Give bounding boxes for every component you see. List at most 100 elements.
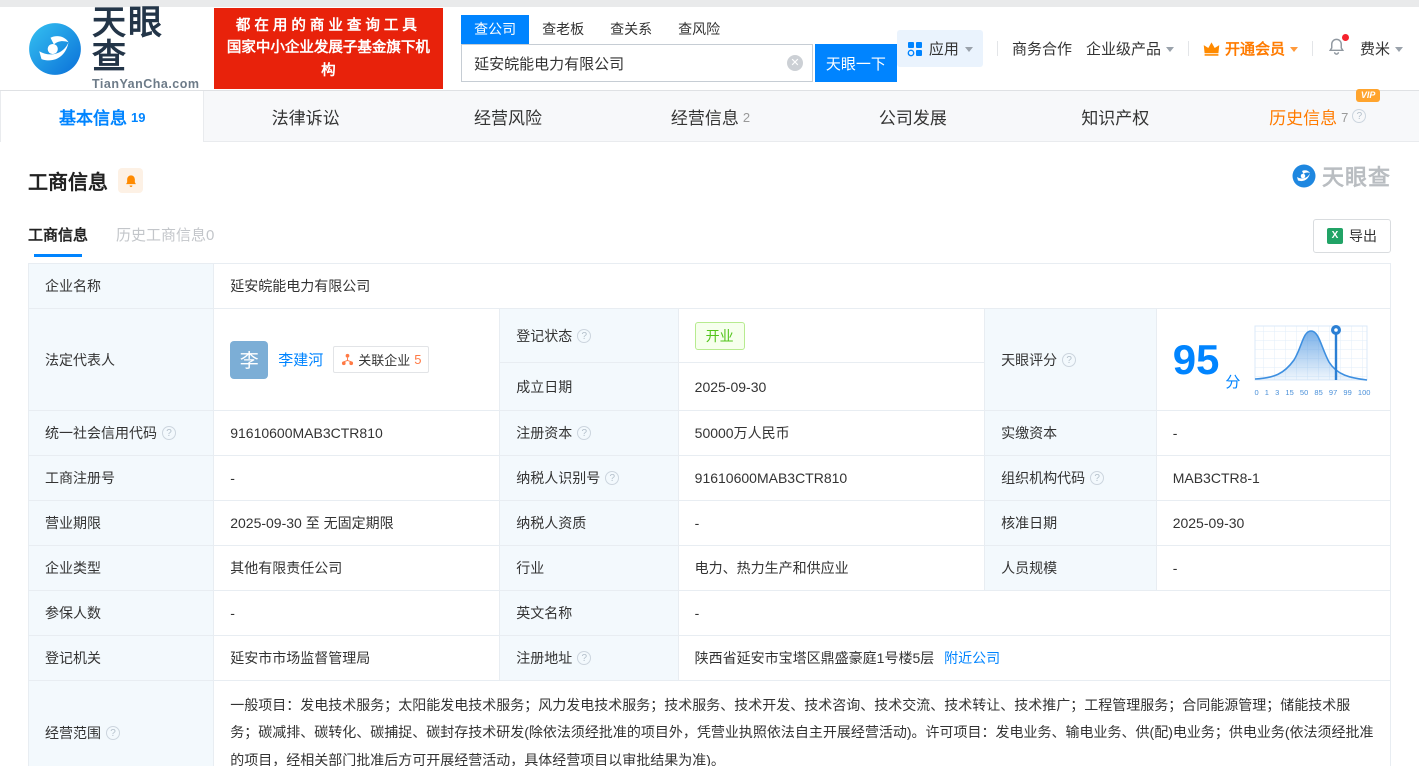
search-block: 查公司 查老板 查关系 查风险 ✕ 天眼一下 bbox=[461, 15, 897, 82]
watermark-logo: 天眼查 bbox=[1292, 160, 1391, 192]
vip-badge: VIP bbox=[1355, 88, 1381, 102]
org-code-value: MAB3CTR8-1 bbox=[1155, 455, 1392, 501]
reg-status-label: 登记状态? bbox=[499, 307, 679, 364]
establish-date-value: 2025-09-30 bbox=[677, 362, 986, 411]
taxpayer-quality-value: - bbox=[677, 500, 986, 546]
english-name-label: 英文名称 bbox=[499, 590, 679, 636]
tab-company-development[interactable]: 公司发展 bbox=[812, 91, 1014, 141]
subtab-business-info[interactable]: 工商信息 bbox=[28, 224, 88, 257]
bell-icon bbox=[125, 174, 136, 187]
avatar[interactable]: 李 bbox=[230, 340, 269, 379]
company-type-label: 企业类型 bbox=[27, 545, 215, 591]
user-menu[interactable]: 费米 bbox=[1360, 38, 1403, 59]
legal-rep-link[interactable]: 李建河 bbox=[278, 349, 323, 370]
nav-enterprise-products[interactable]: 企业级产品 bbox=[1086, 38, 1174, 59]
related-companies-button[interactable]: 关联企业 5 bbox=[333, 346, 430, 373]
help-icon[interactable]: ? bbox=[106, 725, 120, 740]
insured-value: - bbox=[213, 590, 501, 636]
taxpayer-id-label: 纳税人识别号? bbox=[499, 455, 679, 501]
company-name-value: 延安皖能电力有限公司 bbox=[213, 263, 1391, 309]
taxpayer-id-value: 91610600MAB3CTR810 bbox=[677, 455, 986, 501]
header: 天眼查 TianYanCha.com 都在用的商业查询工具 国家中小企业发展子基… bbox=[0, 6, 1419, 91]
clear-icon[interactable]: ✕ bbox=[786, 55, 803, 71]
monitor-bell-button[interactable] bbox=[118, 168, 143, 193]
business-scope-label: 经营范围? bbox=[27, 680, 215, 766]
tab-legal[interactable]: 法律诉讼 bbox=[204, 91, 406, 141]
status-badge: 开业 bbox=[694, 321, 745, 350]
table-row: 登记机关 延安市市场监督管理局 注册地址? 陕西省延安市宝塔区鼎盛豪庭1号楼5层… bbox=[27, 635, 1392, 681]
company-tabbar: 基本信息 19 法律诉讼 经营风险 经营信息 2 公司发展 知识产权 历史信息 7 … bbox=[0, 88, 1419, 142]
search-tab-risk[interactable]: 查风险 bbox=[665, 15, 733, 44]
brand-slogan: 都在用的商业查询工具 国家中小企业发展子基金旗下机构 bbox=[213, 7, 444, 90]
logo-swirl-icon bbox=[1292, 164, 1316, 188]
chart-x-axis: 01 3 15 50 85 97 99 100 bbox=[1254, 388, 1371, 397]
org-network-icon bbox=[342, 353, 354, 366]
establish-date-label: 成立日期 bbox=[499, 362, 679, 411]
business-info-table: 企业名称 延安皖能电力有限公司 法定代表人 李 李建河 关联企业 5 登记状态? bbox=[27, 263, 1392, 766]
search-button[interactable]: 天眼一下 bbox=[814, 44, 897, 82]
search-tab-company[interactable]: 查公司 bbox=[461, 15, 530, 44]
business-term-value: 2025-09-30 至 无固定期限 bbox=[213, 500, 501, 546]
taxpayer-quality-label: 纳税人资质 bbox=[499, 500, 679, 546]
nav-cooperation[interactable]: 商务合作 bbox=[1012, 38, 1072, 59]
excel-icon: X bbox=[1327, 228, 1343, 244]
search-input[interactable] bbox=[461, 44, 813, 82]
help-icon[interactable]: ? bbox=[1090, 471, 1105, 485]
score-label: 天眼评分? bbox=[984, 308, 1157, 411]
table-row: 工商注册号 - 纳税人识别号? 91610600MAB3CTR810 组织机构代… bbox=[27, 455, 1392, 501]
help-icon[interactable]: ? bbox=[577, 328, 592, 343]
paid-capital-label: 实缴资本 bbox=[984, 410, 1157, 456]
table-row: 参保人数 - 英文名称 - bbox=[27, 590, 1392, 636]
insured-label: 参保人数 bbox=[27, 590, 215, 636]
staff-size-label: 人员规模 bbox=[984, 545, 1157, 591]
industry-value: 电力、热力生产和供应业 bbox=[677, 545, 986, 591]
search-tab-relation[interactable]: 查关系 bbox=[597, 15, 665, 44]
nearby-companies-link[interactable]: 附近公司 bbox=[944, 650, 1000, 666]
tab-intellectual-property[interactable]: 知识产权 bbox=[1014, 91, 1216, 141]
credit-code-value: 91610600MAB3CTR810 bbox=[213, 410, 501, 456]
crown-icon bbox=[1203, 42, 1220, 56]
chevron-down-icon bbox=[1165, 47, 1174, 52]
credit-code-label: 统一社会信用代码? bbox=[27, 410, 215, 456]
help-icon[interactable]: ? bbox=[577, 651, 592, 665]
help-icon[interactable]: ? bbox=[577, 426, 592, 440]
notifications-bell[interactable] bbox=[1327, 34, 1349, 60]
search-tab-boss[interactable]: 查老板 bbox=[529, 15, 597, 44]
brand-domain: TianYanCha.com bbox=[92, 77, 200, 92]
help-icon[interactable]: ? bbox=[605, 471, 620, 485]
score-value: 95 bbox=[1172, 335, 1220, 383]
help-icon[interactable]: ? bbox=[1352, 109, 1367, 123]
reg-authority-label: 登记机关 bbox=[27, 635, 215, 681]
tianyancha-logo[interactable]: 天眼查 TianYanCha.com bbox=[28, 6, 200, 91]
tab-history-info[interactable]: 历史信息 7 ? VIP bbox=[1217, 88, 1419, 141]
subtab-history-business-info[interactable]: 历史工商信息0 bbox=[116, 224, 214, 257]
apps-menu[interactable]: 应用 bbox=[896, 30, 983, 67]
table-row: 经营范围? 一般项目：发电技术服务；太阳能发电技术服务；风力发电技术服务；技术服… bbox=[27, 680, 1391, 766]
english-name-value: - bbox=[677, 590, 1392, 636]
export-button[interactable]: X 导出 bbox=[1313, 219, 1391, 253]
browser-edge-strip bbox=[0, 0, 1419, 7]
tab-basic-info[interactable]: 基本信息 19 bbox=[0, 91, 205, 142]
nav-divider bbox=[996, 41, 998, 56]
table-row: 企业类型 其他有限责任公司 行业 电力、热力生产和供应业 人员规模 - bbox=[27, 545, 1392, 591]
business-info-section: 工商信息 天眼查 工商信息 历史工商信息0 X 导出 bbox=[0, 142, 1419, 261]
nav-divider bbox=[1311, 41, 1313, 56]
reg-number-value: - bbox=[213, 455, 501, 501]
chevron-down-icon bbox=[964, 47, 973, 52]
help-icon[interactable]: ? bbox=[162, 426, 176, 440]
reg-authority-value: 延安市市场监督管理局 bbox=[213, 635, 501, 681]
chevron-down-icon bbox=[1395, 47, 1403, 52]
paid-capital-value: - bbox=[1155, 410, 1392, 456]
table-row: 营业期限 2025-09-30 至 无固定期限 纳税人资质 - 核准日期 202… bbox=[27, 500, 1392, 546]
tab-business-info[interactable]: 经营信息 2 bbox=[609, 91, 811, 141]
header-nav: 应用 商务合作 企业级产品 开通会员 费米 bbox=[896, 30, 1403, 67]
approval-date-label: 核准日期 bbox=[984, 500, 1157, 546]
help-icon[interactable]: ? bbox=[1062, 352, 1077, 367]
nav-open-vip[interactable]: 开通会员 bbox=[1203, 38, 1298, 59]
table-row: 企业名称 延安皖能电力有限公司 bbox=[27, 263, 1391, 309]
company-type-value: 其他有限责任公司 bbox=[213, 545, 501, 591]
tab-operating-risk[interactable]: 经营风险 bbox=[407, 91, 609, 141]
reg-address-label: 注册地址? bbox=[499, 635, 679, 681]
staff-size-value: - bbox=[1155, 545, 1392, 591]
section-title: 工商信息 bbox=[28, 172, 108, 194]
